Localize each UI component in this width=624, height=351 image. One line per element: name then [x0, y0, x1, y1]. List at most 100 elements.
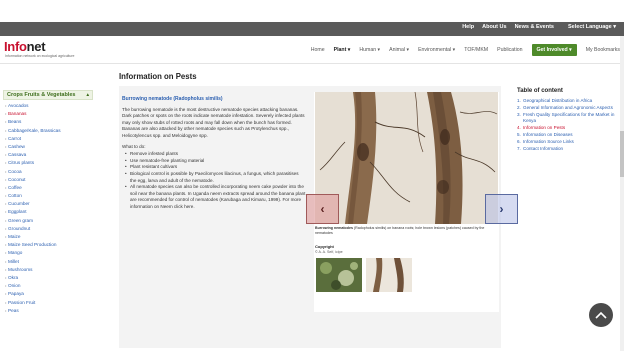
sidebar-item-label: Eggplant — [8, 209, 27, 215]
toc-item[interactable]: 7. Contact Information — [517, 146, 617, 153]
nematode-root-photo[interactable] — [315, 92, 498, 224]
thumbnail-2[interactable] — [366, 258, 412, 292]
sidebar-item[interactable]: • Onion — [5, 282, 96, 290]
scrollbar-thumb[interactable] — [620, 131, 624, 177]
sidebar-item[interactable]: • Eggplant — [5, 208, 96, 216]
list-item: Plant resistant cultivars — [125, 164, 306, 171]
sidebar-item[interactable]: • Maize Seed Production — [5, 241, 96, 249]
sidebar-item[interactable]: • Mushrooms — [5, 266, 96, 274]
toc-item-label: Contact Information — [523, 145, 564, 151]
nav-plant[interactable]: Plant ▾ — [334, 47, 351, 53]
nav-human[interactable]: Human ▾ — [359, 47, 380, 53]
thumbnail-1[interactable] — [316, 258, 362, 292]
sidebar-item[interactable]: • Cabbage/Kale, Brassicas — [5, 127, 96, 135]
toc-item-label: Geographical Distribution in Africa — [523, 98, 593, 103]
toc-item[interactable]: 2. General Information and Agronomic Aspe… — [517, 105, 617, 112]
list-item: Remove infested plants — [125, 151, 306, 158]
about-us-link[interactable]: About Us — [482, 24, 506, 30]
sidebar-item[interactable]: • Cucumber — [5, 200, 96, 208]
sidebar-item-label: Okra — [8, 274, 19, 280]
nav-animal[interactable]: Animal ▾ — [389, 47, 409, 53]
list-item: All nematode species can also be control… — [125, 184, 306, 210]
top-links: Help About Us News & Events Select Langu… — [462, 24, 616, 30]
sidebar-item[interactable]: • Avocados — [5, 102, 96, 110]
copyright-owner: © A. A. Seif, icipe — [315, 250, 343, 254]
sidebar-item-label: Coffee — [8, 184, 22, 190]
table-of-content: Table of content 1. Geographical Distribu… — [517, 88, 617, 152]
nav-home[interactable]: Home — [311, 47, 325, 53]
previous-image-button[interactable]: ‹ — [306, 194, 339, 224]
site-header: Infonet Information network on ecologica… — [0, 36, 624, 64]
sidebar-item[interactable]: • Cassava — [5, 151, 96, 159]
toc-item[interactable]: 6. Information Source Links — [517, 139, 617, 146]
sidebar-item[interactable]: • Beans — [5, 118, 96, 126]
caption-title: Burrowing nematodes — [315, 226, 353, 230]
toc-item[interactable]: 1. Geographical Distribution in Africa — [517, 98, 617, 105]
sidebar-header[interactable]: Crops Fruits & Vegetables ▴ — [3, 90, 93, 100]
list-item: Use nematode-free planting material — [125, 158, 306, 165]
image-gallery: ‹ › Burrowing nematodes (Radopholus simi… — [306, 92, 518, 312]
sidebar-item[interactable]: • Millet — [5, 258, 96, 266]
chevron-left-icon: ‹ — [320, 202, 325, 216]
scroll-to-top-button[interactable] — [589, 303, 613, 327]
sidebar-item[interactable]: • Coffee — [5, 184, 96, 192]
sidebar-item-label: Peas — [8, 307, 19, 313]
toc-title: Table of content — [517, 88, 563, 94]
toc-item-label: Information on Pests — [523, 125, 566, 131]
sidebar-item[interactable]: • Carrot — [5, 135, 96, 143]
what-to-do-list: Remove infested plants Use nematode-free… — [122, 151, 306, 210]
nav-tof-mkm[interactable]: TOF/MKM — [464, 47, 488, 53]
toc-item[interactable]: 4. Information on Pests — [517, 125, 617, 132]
main-nav: Home Plant ▾ Human ▾ Animal ▾ Environmen… — [311, 44, 620, 56]
toc-item-label: Fresh Quality Specifications for the Mar… — [523, 111, 615, 124]
sidebar-item[interactable]: • Okra — [5, 274, 96, 282]
toc-item[interactable]: 5. Information on Diseases — [517, 132, 617, 139]
copyright-label: Copyright — [315, 244, 334, 249]
sidebar-item[interactable]: • Peas — [5, 307, 96, 315]
sidebar-item[interactable]: • Coconut — [5, 176, 96, 184]
content-panel: Burrowing nematode (Radopholus similis) … — [119, 86, 518, 348]
sidebar-item[interactable]: • Maize — [5, 233, 96, 241]
page-scrollbar[interactable] — [620, 36, 624, 351]
nav-publication[interactable]: Publication — [497, 47, 522, 53]
what-to-do-label: What to do: — [122, 143, 146, 149]
sidebar-item-label: Avocados — [8, 103, 29, 108]
sidebar-item[interactable]: • Bananas — [5, 110, 96, 118]
pest-text: Burrowing nematode (Radopholus similis) … — [122, 96, 306, 211]
logo-tagline: Information network on ecological agricu… — [5, 54, 75, 58]
sidebar-item[interactable]: • Green gram — [5, 217, 96, 225]
sidebar-item[interactable]: • Mango — [5, 249, 96, 257]
next-image-button[interactable]: › — [485, 194, 518, 224]
sidebar-item[interactable]: • Cotton — [5, 192, 96, 200]
sidebar-item[interactable]: • Cashew — [5, 143, 96, 151]
sidebar-item-label: Green gram — [8, 217, 34, 223]
sidebar-item[interactable]: • Passion Fruit — [5, 299, 96, 307]
help-link[interactable]: Help — [462, 24, 474, 30]
collapse-arrow-icon[interactable]: ▴ — [86, 92, 89, 98]
sidebar-title: Crops Fruits & Vegetables — [7, 92, 76, 98]
my-bookmarks-link[interactable]: My Bookmarks — [586, 47, 620, 53]
sidebar-item-label: Citrus plants — [8, 160, 35, 166]
news-events-link[interactable]: News & Events — [515, 24, 554, 30]
sidebar-item[interactable]: • Citrus plants — [5, 159, 96, 167]
list-item: Biological control is possible by Paecil… — [125, 171, 306, 184]
logo-net: net — [26, 39, 46, 54]
top-bar: Help About Us News & Events Select Langu… — [0, 22, 624, 36]
sidebar-item[interactable]: • Papaya — [5, 290, 96, 298]
toc-item[interactable]: 3. Fresh Quality Specifications for the M… — [517, 112, 617, 126]
pest-subtitle: Burrowing nematode (Radopholus similis) — [122, 96, 223, 102]
get-involved-button[interactable]: Get Involved ▾ — [531, 44, 577, 56]
nav-environmental[interactable]: Environmental ▾ — [418, 47, 455, 53]
select-language-dropdown[interactable]: Select Language ▾ — [568, 24, 616, 30]
sidebar-item[interactable]: • Groundnut — [5, 225, 96, 233]
sidebar-item-label: Cucumber — [8, 201, 30, 207]
sidebar-item-label: Passion Fruit — [8, 299, 36, 305]
sidebar-item-label: Cotton — [8, 193, 22, 199]
sidebar-item-label: Papaya — [8, 291, 24, 297]
sidebar-item[interactable]: • Cocoa — [5, 168, 96, 176]
logo[interactable]: Infonet — [4, 39, 46, 54]
sidebar-item-label: Groundnut — [8, 225, 31, 231]
sidebar-item-label: Cocoa — [8, 168, 22, 174]
toc-item-label: Information Source Links — [523, 138, 574, 144]
sidebar-item-label: Coconut — [8, 176, 26, 182]
